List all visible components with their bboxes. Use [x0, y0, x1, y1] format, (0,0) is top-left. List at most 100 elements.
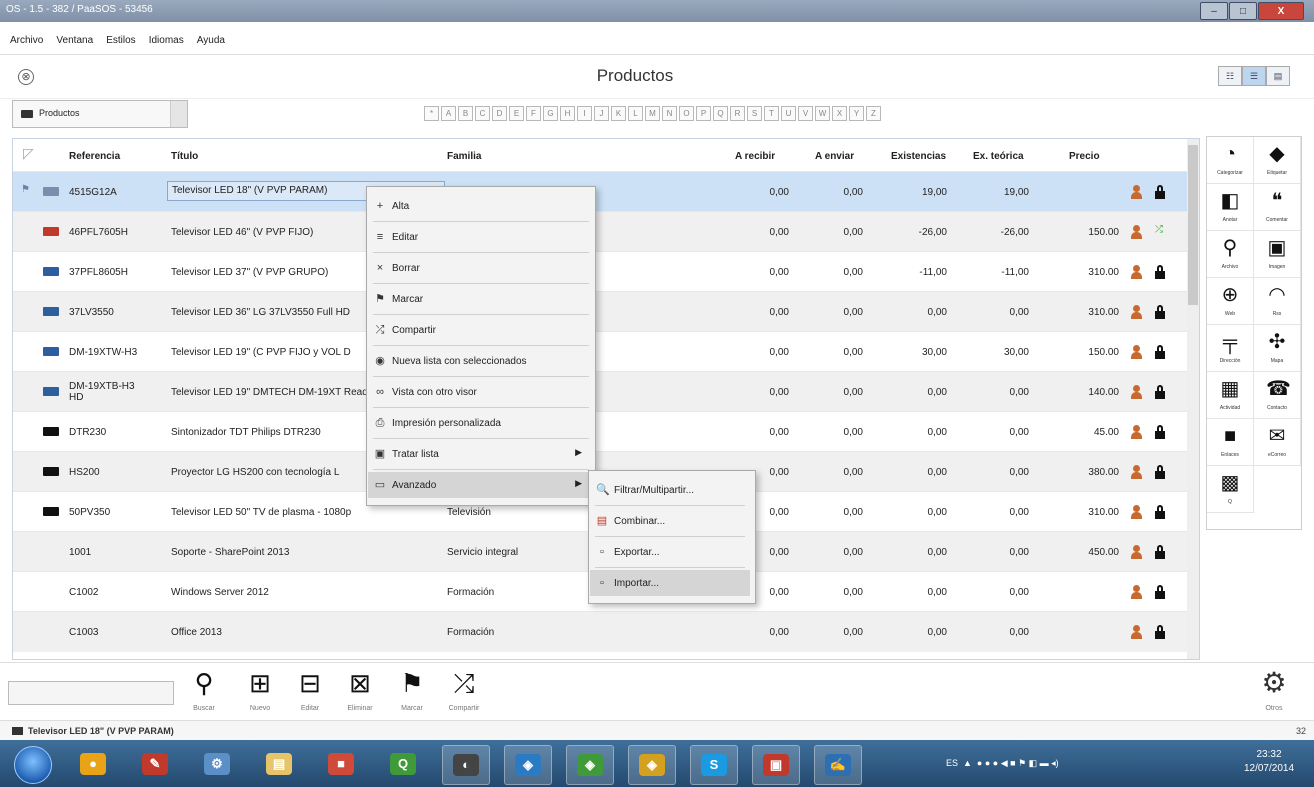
lock-icon[interactable] [1155, 625, 1165, 639]
taskbar-os-app-4[interactable]: ◈ [628, 745, 676, 785]
delete-button[interactable]: ⊠ Eliminar [340, 669, 380, 717]
search-button[interactable]: ⚲ Buscar [184, 669, 224, 717]
table-row[interactable]: 37LV3550 Televisor LED 36" LG 37LV3550 Fu… [13, 291, 1199, 332]
alpha-filter-d[interactable]: D [492, 106, 507, 121]
lock-icon[interactable] [1155, 505, 1165, 519]
menu-item-editar[interactable]: ≡ Editar [368, 224, 592, 250]
menu-item-importar[interactable]: ▫ Importar... [590, 570, 750, 596]
menu-estilos[interactable]: Estilos [106, 35, 135, 46]
owner-person-icon[interactable] [1131, 545, 1142, 559]
menu-item-avanzado[interactable]: ▭ Avanzado ▶ [368, 472, 592, 498]
panel-tile-etiquetar[interactable]: ◆ Etiquetar [1254, 137, 1301, 184]
menu-idiomas[interactable]: Idiomas [149, 35, 184, 46]
owner-person-icon[interactable] [1131, 225, 1142, 239]
taskbar-tools[interactable]: ⚙ [194, 745, 240, 783]
taskbar-remote[interactable]: ▣ [752, 745, 800, 785]
alpha-filter-j[interactable]: J [594, 106, 609, 121]
alpha-filter-s[interactable]: S [747, 106, 762, 121]
new-button[interactable]: ⊞ Nuevo [240, 669, 280, 717]
alpha-filter-h[interactable]: H [560, 106, 575, 121]
table-row[interactable]: DM-19XTW-H3 Televisor LED 19" (C PVP FIJO… [13, 331, 1199, 372]
menu-item-nueva-lista[interactable]: ◉ Nueva lista con seleccionados [368, 348, 592, 374]
panel-tile-rss[interactable]: ◠ Rss [1254, 278, 1301, 325]
menu-archivo[interactable]: Archivo [10, 35, 43, 46]
alpha-filter-i[interactable]: I [577, 106, 592, 121]
owner-person-icon[interactable] [1131, 385, 1142, 399]
alpha-filter-r[interactable]: R [730, 106, 745, 121]
alpha-filter-a[interactable]: A [441, 106, 456, 121]
lock-icon[interactable] [1155, 185, 1165, 199]
col-titulo[interactable]: Título [171, 151, 198, 162]
close-window-button[interactable]: X [1258, 2, 1304, 20]
taskbar-os-app-1[interactable]: ◐ [442, 745, 490, 785]
panel-tile-categorizar[interactable]: ◔ Categorizar [1207, 137, 1254, 184]
lock-icon[interactable] [1155, 385, 1165, 399]
owner-person-icon[interactable] [1131, 505, 1142, 519]
owner-person-icon[interactable] [1131, 585, 1142, 599]
alpha-filter-k[interactable]: K [611, 106, 626, 121]
alpha-filter-t[interactable]: T [764, 106, 779, 121]
panel-tile-ecorreo[interactable]: ✉ eCorreo [1254, 419, 1301, 466]
taskbar-skype[interactable]: S [690, 745, 738, 785]
menu-item-borrar[interactable]: × Borrar [368, 255, 592, 281]
panel-tile-imagen[interactable]: ▣ Imagen [1254, 231, 1301, 278]
menu-item-compartir[interactable]: ⤮ Compartir [368, 317, 592, 343]
maximize-button[interactable]: □ [1229, 2, 1257, 20]
menu-item-vista-otro-visor[interactable]: ∞ Vista con otro visor [368, 379, 592, 405]
menu-item-filtrar[interactable]: 🔍 Filtrar/Multipartir... [590, 477, 750, 503]
alpha-filter-m[interactable]: M [645, 106, 660, 121]
lock-icon[interactable] [1155, 345, 1165, 359]
taskbar-os-app-3[interactable]: ◈ [566, 745, 614, 785]
grid-scrollbar[interactable] [1187, 139, 1199, 659]
taskbar-chrome[interactable]: ● [70, 745, 116, 783]
col-referencia[interactable]: Referencia [69, 151, 120, 162]
otros-button[interactable]: ⚙ Otros [1254, 669, 1294, 717]
panel-tile-mapa[interactable]: ✣ Mapa [1254, 325, 1301, 372]
col-precio[interactable]: Precio [1069, 151, 1100, 162]
col-existencias[interactable]: Existencias [891, 151, 946, 162]
quick-search-input[interactable] [8, 681, 174, 705]
alpha-filter-n[interactable]: N [662, 106, 677, 121]
alpha-filter-all[interactable]: * [424, 106, 439, 121]
alpha-filter-u[interactable]: U [781, 106, 796, 121]
menu-item-impresion[interactable]: ⎙ Impresión personalizada [368, 410, 592, 436]
panel-tile-q[interactable]: ▩ Q [1207, 466, 1254, 513]
menu-item-combinar[interactable]: ▤ Combinar... [590, 508, 750, 534]
table-row[interactable]: 37PFL8605H Televisor LED 37" (V PVP GRUPO… [13, 251, 1199, 292]
menu-item-exportar[interactable]: ▫ Exportar... [590, 539, 750, 565]
minimize-button[interactable]: – [1200, 2, 1228, 20]
alpha-filter-l[interactable]: L [628, 106, 643, 121]
view-detail-icon[interactable]: ▤ [1266, 66, 1290, 86]
alpha-filter-g[interactable]: G [543, 106, 558, 121]
edit-button[interactable]: ⊟ Editar [290, 669, 330, 717]
taskbar-pen[interactable]: ✍ [814, 745, 862, 785]
panel-tile-web[interactable]: ⊕ Web [1207, 278, 1254, 325]
col-a-recibir[interactable]: A recibir [735, 151, 775, 162]
owner-person-icon[interactable] [1131, 625, 1142, 639]
owner-person-icon[interactable] [1131, 425, 1142, 439]
alpha-filter-y[interactable]: Y [849, 106, 864, 121]
select-all-corner[interactable]: ◸ [23, 145, 34, 162]
panel-tile-anotar[interactable]: ◧ Anotar [1207, 184, 1254, 231]
menu-ayuda[interactable]: Ayuda [197, 35, 225, 46]
shared-shuffle-icon[interactable]: ⤮ [1155, 224, 1163, 235]
taskbar-explorer[interactable]: ▤ [256, 745, 302, 783]
alpha-filter-p[interactable]: P [696, 106, 711, 121]
alpha-filter-f[interactable]: F [526, 106, 541, 121]
menu-item-tratar-lista[interactable]: ▣ Tratar lista ▶ [368, 441, 592, 467]
alpha-filter-e[interactable]: E [509, 106, 524, 121]
view-list-icon[interactable]: ☷ [1218, 66, 1242, 86]
col-familia[interactable]: Familia [447, 151, 481, 162]
owner-person-icon[interactable] [1131, 265, 1142, 279]
owner-person-icon[interactable] [1131, 185, 1142, 199]
chevron-down-icon[interactable] [170, 101, 187, 127]
panel-tile-archivo[interactable]: ⚲ Archivo [1207, 231, 1254, 278]
table-row[interactable]: C1003 Office 2013 Formación 0,00 0,00 0,00 0,0… [13, 611, 1199, 652]
alpha-filter-c[interactable]: C [475, 106, 490, 121]
taskbar-paint[interactable]: ✎ [132, 745, 178, 783]
table-row[interactable]: ⚑ 4515G12A Televisor LED 18" (V PVP PARAM)… [13, 171, 1199, 212]
table-row[interactable]: DM-19XTB-H3 HD Televisor LED 19" DMTECH D… [13, 371, 1199, 412]
owner-person-icon[interactable] [1131, 305, 1142, 319]
lock-icon[interactable] [1155, 585, 1165, 599]
taskbar-os-app-2[interactable]: ◈ [504, 745, 552, 785]
